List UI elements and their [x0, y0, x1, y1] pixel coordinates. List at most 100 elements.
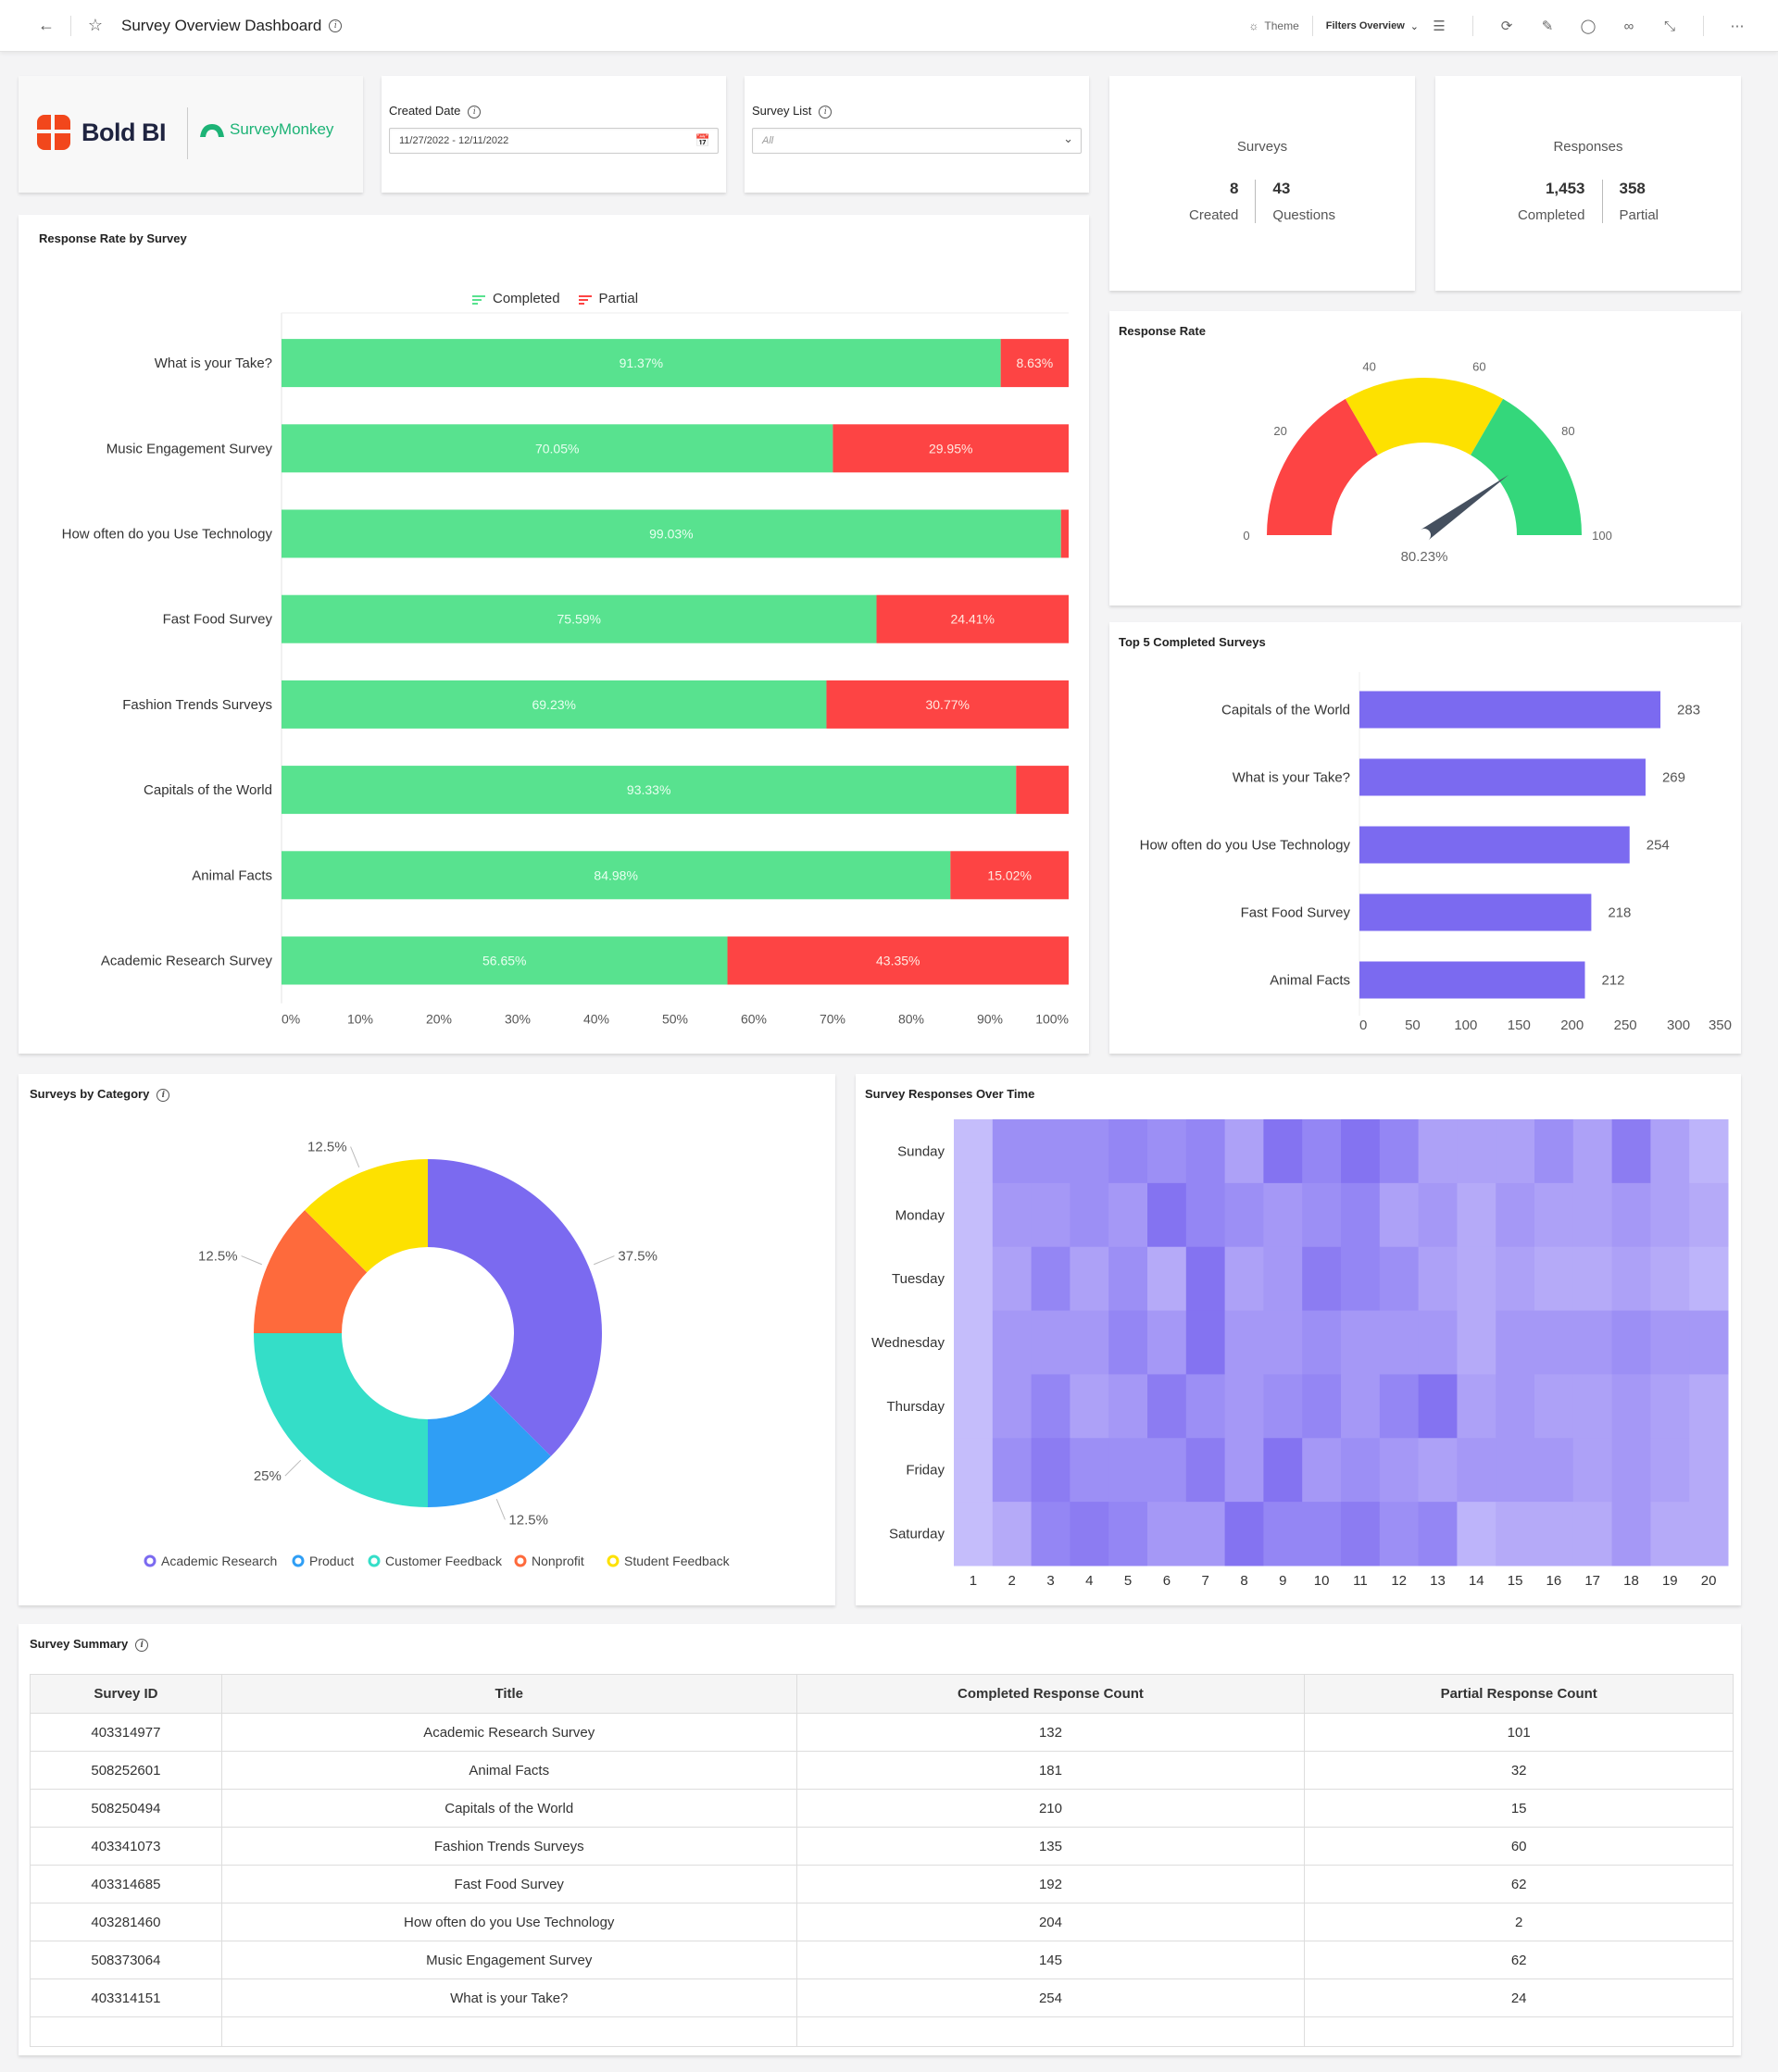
heatmap-cell[interactable]	[1572, 1374, 1613, 1439]
heatmap-cell[interactable]	[1147, 1182, 1187, 1248]
heatmap-cell[interactable]	[1418, 1246, 1458, 1312]
filters-overview-dropdown[interactable]: Filters Overview ⌄	[1326, 20, 1419, 32]
fullscreen-icon[interactable]: ⤡	[1649, 19, 1690, 34]
heatmap-cell[interactable]	[1689, 1119, 1729, 1184]
heatmap-cell[interactable]	[1572, 1182, 1613, 1248]
heatmap-cell[interactable]	[1070, 1182, 1109, 1248]
heatmap-cell[interactable]	[1224, 1502, 1264, 1566]
heatmap-cell[interactable]	[1108, 1182, 1148, 1248]
heatmap-cell[interactable]	[1457, 1502, 1496, 1566]
heatmap-cell[interactable]	[1031, 1310, 1071, 1375]
heatmap-cell[interactable]	[1496, 1119, 1535, 1184]
heatmap-cell[interactable]	[1650, 1438, 1690, 1503]
legend-item[interactable]: Academic Research	[144, 1554, 277, 1568]
heatmap-cell[interactable]	[1070, 1438, 1109, 1503]
heatmap-cell[interactable]	[1496, 1310, 1535, 1375]
heatmap-cell[interactable]	[1263, 1182, 1303, 1248]
column-header-partial-count[interactable]: Partial Response Count	[1304, 1674, 1734, 1714]
heatmap-cell[interactable]	[1263, 1246, 1303, 1312]
filter-settings-icon[interactable]: ☰	[1419, 18, 1459, 34]
heatmap-cell[interactable]	[1147, 1310, 1187, 1375]
heatmap-cell[interactable]	[1689, 1374, 1729, 1439]
bar[interactable]	[1359, 826, 1630, 864]
heatmap-cell[interactable]	[1457, 1246, 1496, 1312]
favorite-star-icon[interactable]: ☆	[82, 16, 108, 35]
heatmap-cell[interactable]	[1224, 1310, 1264, 1375]
heatmap-cell[interactable]	[1379, 1119, 1420, 1184]
heatmap-cell[interactable]	[1302, 1374, 1342, 1439]
heatmap-cell[interactable]	[1224, 1182, 1264, 1248]
heatmap-cell[interactable]	[954, 1246, 994, 1312]
column-header-survey-id[interactable]: Survey ID	[30, 1674, 222, 1714]
heatmap-cell[interactable]	[1418, 1310, 1458, 1375]
heatmap-cell[interactable]	[1341, 1246, 1381, 1312]
heatmap-cell[interactable]	[1147, 1502, 1187, 1566]
heatmap-cell[interactable]	[1147, 1374, 1187, 1439]
heatmap-cell[interactable]	[1457, 1374, 1496, 1439]
info-icon[interactable]: i	[135, 1638, 149, 1652]
heatmap-cell[interactable]	[1611, 1310, 1651, 1375]
heatmap-cell[interactable]	[1572, 1438, 1613, 1503]
table-row[interactable]: 508252601 Animal Facts 181 32	[30, 1751, 1734, 1790]
table-row[interactable]: 403314151 What is your Take? 254 24	[30, 1978, 1734, 2017]
heatmap-cell[interactable]	[992, 1438, 1033, 1503]
heatmap-cell[interactable]	[1689, 1246, 1729, 1312]
table-row[interactable]: 508373064 Music Engagement Survey 145 62	[30, 1941, 1734, 1979]
heatmap-cell[interactable]	[1650, 1246, 1690, 1312]
heatmap-cell[interactable]	[1611, 1374, 1651, 1439]
heatmap-cell[interactable]	[954, 1374, 994, 1439]
edit-icon[interactable]: ✎	[1527, 18, 1568, 34]
heatmap-cell[interactable]	[1031, 1119, 1071, 1184]
heatmap-cell[interactable]	[1341, 1119, 1381, 1184]
heatmap-cell[interactable]	[1496, 1182, 1535, 1248]
table-row[interactable]: 403341073 Fashion Trends Surveys 135 60	[30, 1827, 1734, 1866]
heatmap-cell[interactable]	[1108, 1438, 1148, 1503]
heatmap-cell[interactable]	[1302, 1246, 1342, 1312]
heatmap-cell[interactable]	[1379, 1310, 1420, 1375]
heatmap-cell[interactable]	[1534, 1182, 1574, 1248]
column-header-title[interactable]: Title	[220, 1674, 797, 1714]
heatmap-cell[interactable]	[1341, 1374, 1381, 1439]
table-row[interactable]: 403314977 Academic Research Survey 132 101	[30, 1713, 1734, 1752]
heatmap-cell[interactable]	[1689, 1502, 1729, 1566]
heatmap-cell[interactable]	[1147, 1438, 1187, 1503]
bar[interactable]	[1359, 893, 1592, 931]
heatmap-cell[interactable]	[1185, 1119, 1226, 1184]
column-header-completed-count[interactable]: Completed Response Count	[795, 1674, 1306, 1714]
table-row[interactable]: 403281460 How often do you Use Technology…	[30, 1903, 1734, 1941]
table-row[interactable]: 508250494 Capitals of the World 210 15	[30, 1789, 1734, 1828]
heatmap-cell[interactable]	[1418, 1438, 1458, 1503]
heatmap-cell[interactable]	[1650, 1374, 1690, 1439]
heatmap-cell[interactable]	[1263, 1438, 1303, 1503]
heatmap-cell[interactable]	[1341, 1310, 1381, 1375]
heatmap-cell[interactable]	[1534, 1246, 1574, 1312]
more-icon[interactable]: ⋯	[1717, 18, 1758, 34]
legend-item[interactable]: Nonprofit	[514, 1554, 584, 1568]
heatmap-cell[interactable]	[1418, 1502, 1458, 1566]
heatmap-cell[interactable]	[1224, 1438, 1264, 1503]
heatmap-cell[interactable]	[954, 1310, 994, 1375]
heatmap-cell[interactable]	[1108, 1310, 1148, 1375]
heatmap-cell[interactable]	[1185, 1438, 1226, 1503]
heatmap-cell[interactable]	[1572, 1246, 1613, 1312]
info-icon[interactable]: i	[819, 105, 833, 119]
view-icon[interactable]: ∞	[1609, 19, 1649, 34]
heatmap-cell[interactable]	[1457, 1310, 1496, 1375]
heatmap-cell[interactable]	[1302, 1502, 1342, 1566]
heatmap-cell[interactable]	[1070, 1119, 1109, 1184]
heatmap-cell[interactable]	[992, 1502, 1033, 1566]
heatmap-cell[interactable]	[1302, 1310, 1342, 1375]
heatmap-cell[interactable]	[954, 1182, 994, 1248]
heatmap-cell[interactable]	[992, 1374, 1033, 1439]
heatmap-cell[interactable]	[1379, 1438, 1420, 1503]
heatmap-cell[interactable]	[954, 1502, 994, 1566]
heatmap-cell[interactable]	[1341, 1182, 1381, 1248]
table-row[interactable]: 403314685 Fast Food Survey 192 62	[30, 1865, 1734, 1903]
heatmap-cell[interactable]	[1418, 1182, 1458, 1248]
heatmap-cell[interactable]	[1496, 1502, 1535, 1566]
heatmap-cell[interactable]	[1224, 1374, 1264, 1439]
heatmap-cell[interactable]	[1496, 1438, 1535, 1503]
heatmap-cell[interactable]	[1534, 1374, 1574, 1439]
heatmap-cell[interactable]	[1108, 1502, 1148, 1566]
heatmap-cell[interactable]	[1379, 1502, 1420, 1566]
